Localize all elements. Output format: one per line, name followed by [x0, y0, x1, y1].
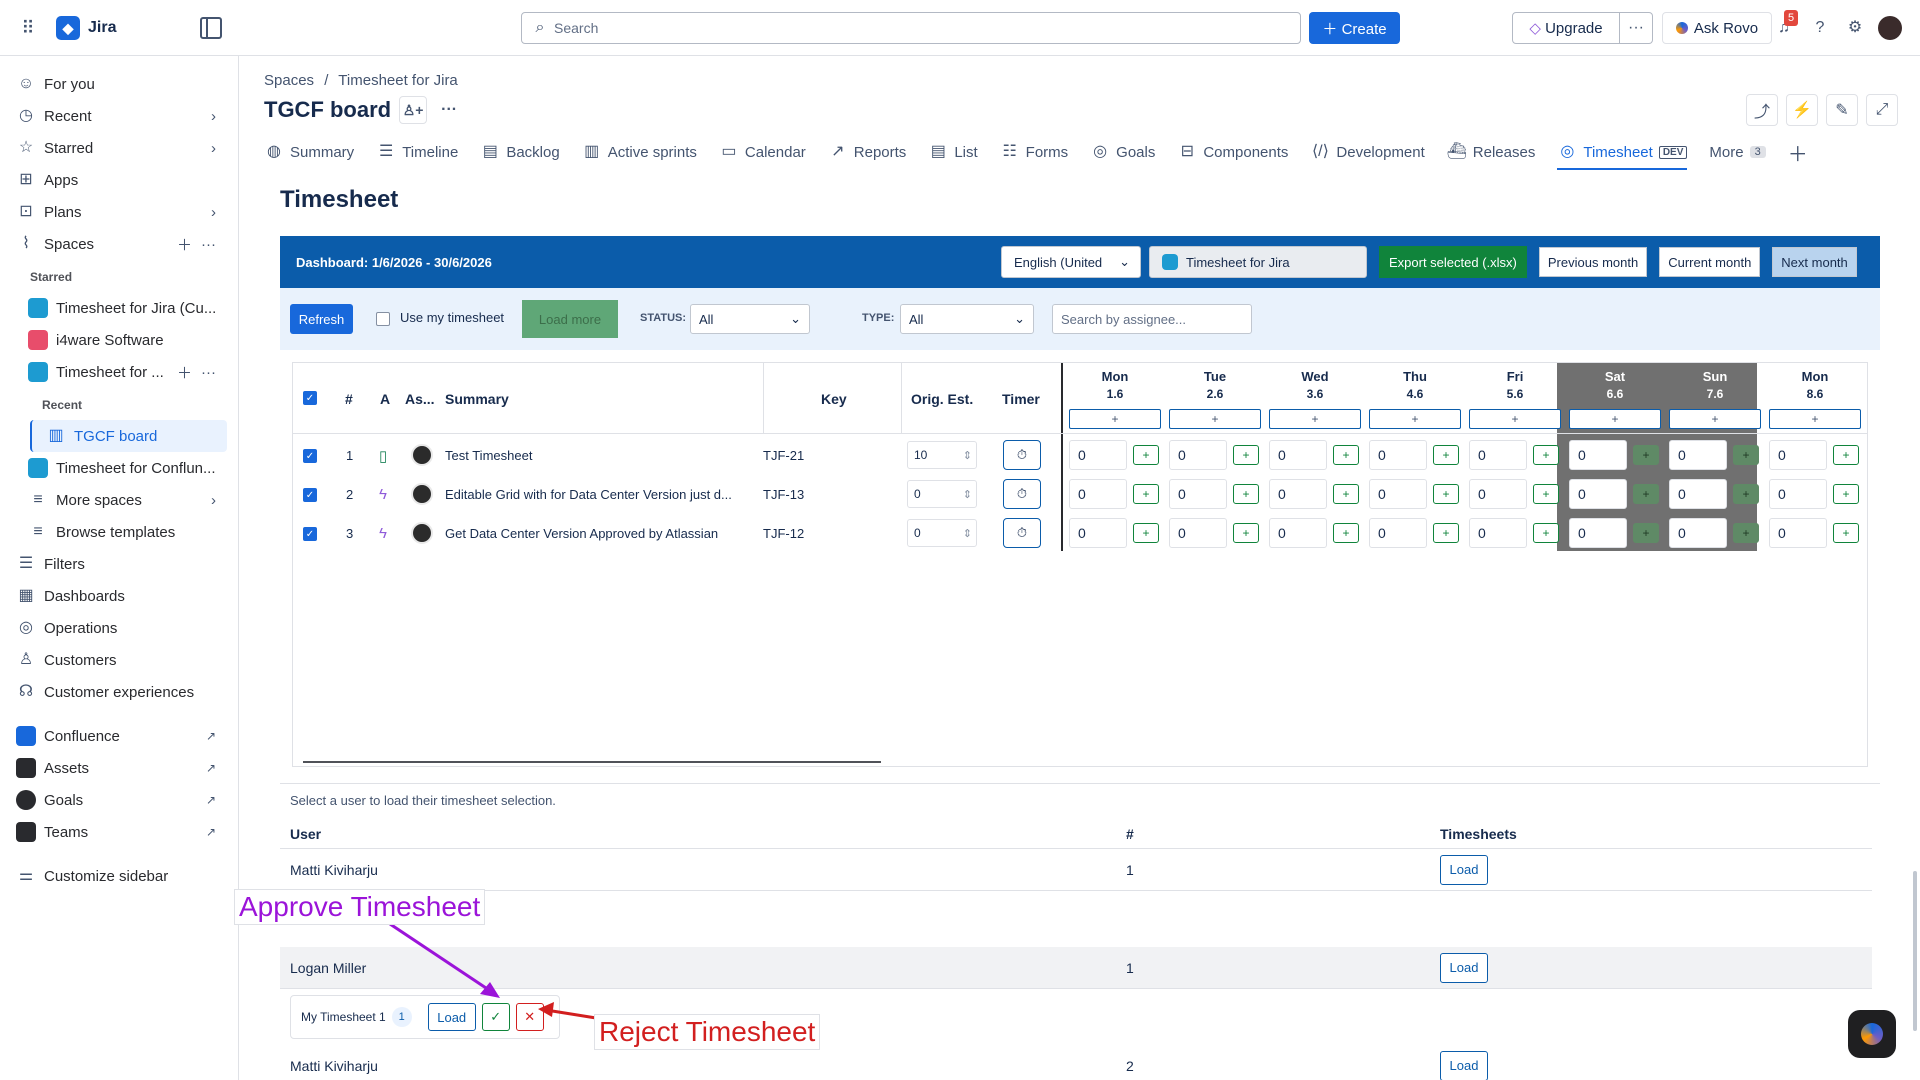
- approve-arrow: [389, 922, 493, 994]
- reject-arrow: [545, 1008, 597, 1020]
- approve-annotation: Approve Timesheet: [234, 889, 486, 925]
- reject-annotation: Reject Timesheet: [594, 1014, 821, 1050]
- reject-arrowhead: [538, 1002, 554, 1017]
- rovo-chat-button[interactable]: [1848, 1010, 1896, 1058]
- rovo-icon: [1861, 1023, 1883, 1045]
